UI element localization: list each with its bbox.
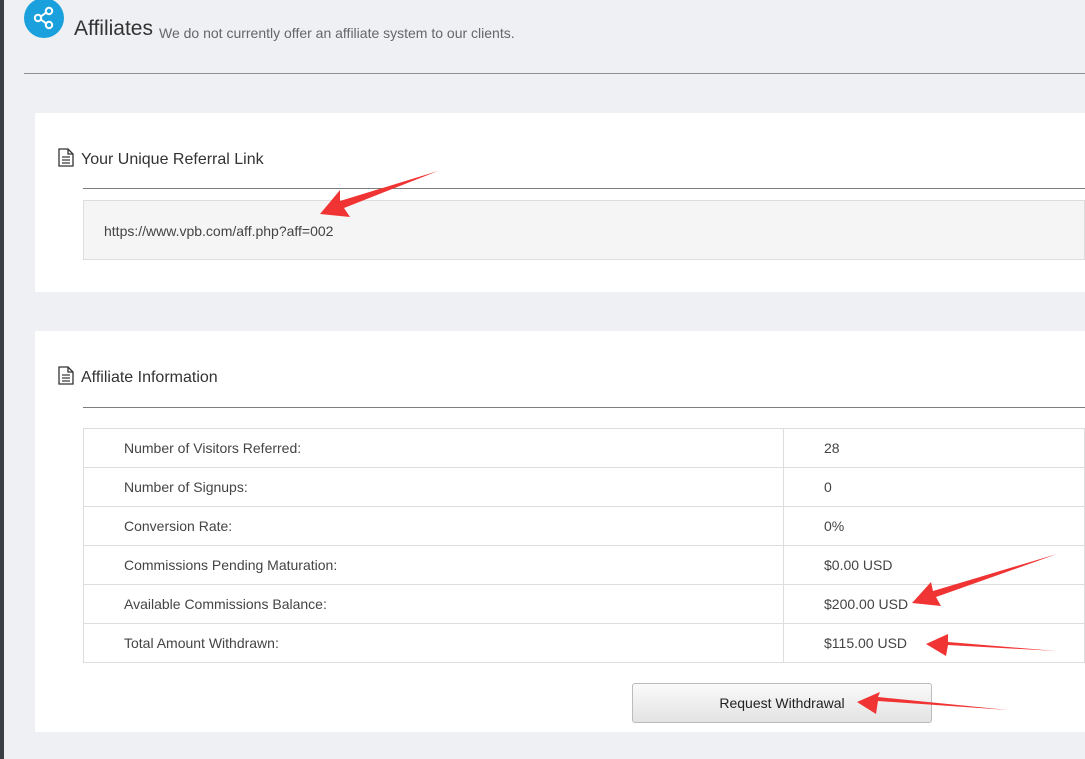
- share-icon: [24, 0, 64, 38]
- affiliates-page: Affiliates We do not currently offer an …: [0, 0, 1085, 759]
- stat-value: 0: [783, 467, 1085, 507]
- info-panel-title: Affiliate Information: [81, 369, 218, 386]
- referral-panel-title: Your Unique Referral Link: [81, 151, 264, 168]
- table-row: Conversion Rate: 0%: [83, 506, 1085, 546]
- stat-value: $0.00 USD: [783, 545, 1085, 585]
- stat-label: Number of Visitors Referred:: [83, 428, 784, 468]
- document-icon: [57, 148, 75, 172]
- page-title: Affiliates: [74, 17, 153, 40]
- table-row: Number of Visitors Referred: 28: [83, 428, 1085, 468]
- divider: [83, 407, 1085, 408]
- info-panel-heading: Affiliate Information: [57, 366, 218, 390]
- affiliate-stats-table: Number of Visitors Referred: 28 Number o…: [83, 428, 1085, 663]
- affiliate-info-panel: Affiliate Information Number of Visitors…: [35, 331, 1085, 732]
- stat-label: Available Commissions Balance:: [83, 584, 784, 624]
- referral-link-panel: Your Unique Referral Link https://www.vp…: [35, 113, 1085, 292]
- referral-link-box[interactable]: https://www.vpb.com/aff.php?aff=002: [83, 200, 1085, 260]
- table-row: Commissions Pending Maturation: $0.00 US…: [83, 545, 1085, 585]
- page-header: Affiliates We do not currently offer an …: [24, 0, 1085, 74]
- document-icon: [57, 366, 75, 390]
- stat-label: Total Amount Withdrawn:: [83, 623, 784, 663]
- divider: [83, 188, 1085, 189]
- table-row: Total Amount Withdrawn: $115.00 USD: [83, 623, 1085, 663]
- request-withdrawal-button[interactable]: Request Withdrawal: [632, 683, 932, 723]
- stat-label: Number of Signups:: [83, 467, 784, 507]
- stat-label: Commissions Pending Maturation:: [83, 545, 784, 585]
- table-row: Available Commissions Balance: $200.00 U…: [83, 584, 1085, 624]
- table-row: Number of Signups: 0: [83, 467, 1085, 507]
- referral-panel-heading: Your Unique Referral Link: [57, 148, 264, 172]
- stat-value: 0%: [783, 506, 1085, 546]
- page-subtitle: We do not currently offer an affiliate s…: [159, 25, 515, 41]
- referral-link-text[interactable]: https://www.vpb.com/aff.php?aff=002: [104, 223, 333, 239]
- stat-label: Conversion Rate:: [83, 506, 784, 546]
- stat-value: $115.00 USD: [783, 623, 1085, 663]
- stat-value: 28: [783, 428, 1085, 468]
- stat-value: $200.00 USD: [783, 584, 1085, 624]
